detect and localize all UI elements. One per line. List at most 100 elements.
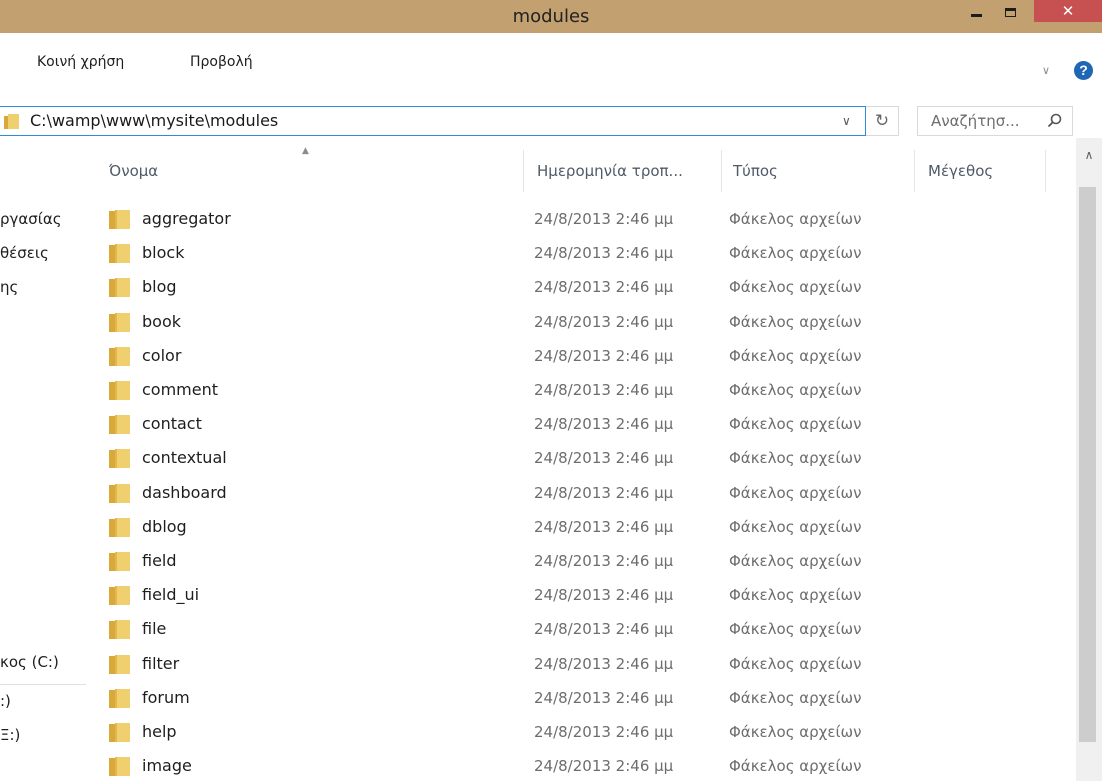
- nav-item[interactable]: ης: [0, 278, 18, 296]
- help-icon[interactable]: ?: [1074, 61, 1093, 80]
- list-item[interactable]: field_ui 24/8/2013 2:46 μμ Φάκελος αρχείων: [100, 578, 900, 612]
- file-date: 24/8/2013 2:46 μμ: [534, 586, 674, 605]
- file-date: 24/8/2013 2:46 μμ: [534, 552, 674, 570]
- folder-icon: [109, 381, 131, 400]
- nav-item-drive[interactable]: Ξ:): [0, 726, 20, 744]
- file-type: Φάκελος αρχείων: [729, 449, 862, 468]
- nav-item[interactable]: ργασίας: [0, 210, 62, 228]
- nav-item-drive[interactable]: :): [0, 692, 11, 710]
- file-type: Φάκελος αρχείων: [729, 244, 862, 263]
- file-type: Φάκελος αρχείων: [729, 723, 862, 741]
- scroll-thumb[interactable]: [1079, 187, 1096, 742]
- list-item[interactable]: contact 24/8/2013 2:46 μμ Φάκελος αρχείων: [100, 407, 900, 441]
- folder-icon: [109, 346, 131, 366]
- file-name: dashboard: [142, 482, 227, 502]
- address-bar[interactable]: C:\wamp\www\mysite\modules ∨: [0, 106, 866, 136]
- file-date: 24/8/2013 2:46 μμ: [534, 620, 674, 639]
- file-type: Φάκελος αρχείων: [729, 346, 862, 365]
- folder-icon: [109, 688, 131, 708]
- file-name: help: [142, 722, 177, 741]
- folder-icon: [109, 723, 131, 742]
- close-button[interactable]: ✕: [1034, 0, 1102, 22]
- file-date: 24/8/2013 2:46 μμ: [534, 346, 674, 365]
- address-path: C:\wamp\www\mysite\modules: [30, 111, 279, 130]
- list-item[interactable]: forum 24/8/2013 2:46 μμ Φάκελος αρχείων: [100, 681, 900, 715]
- file-name: contact: [142, 414, 202, 434]
- file-type: Φάκελος αρχείων: [729, 381, 862, 399]
- file-name: field: [142, 551, 177, 570]
- list-item[interactable]: dashboard 24/8/2013 2:46 μμ Φάκελος αρχείω…: [100, 476, 900, 510]
- file-date: 24/8/2013 2:46 μμ: [534, 723, 674, 741]
- title-bar[interactable]: modules ✕: [0, 0, 1102, 33]
- nav-item-drive-c[interactable]: κος (C:): [0, 653, 59, 671]
- list-item[interactable]: file 24/8/2013 2:46 μμ Φάκελος αρχείων: [100, 612, 900, 646]
- file-type: Φάκελος αρχείων: [729, 620, 862, 639]
- column-divider[interactable]: [721, 150, 722, 192]
- column-date[interactable]: Ημερομηνία τροπ...: [537, 162, 683, 180]
- list-item[interactable]: filter 24/8/2013 2:46 μμ Φάκελος αρχείων: [100, 647, 900, 681]
- search-input[interactable]: Αναζήτησ...: [917, 106, 1073, 136]
- file-date: 24/8/2013 2:46 μμ: [534, 415, 674, 434]
- file-name: contextual: [142, 448, 227, 468]
- file-name: file: [142, 619, 167, 639]
- ribbon: Κοινή χρήση Προβολή: [0, 33, 1102, 86]
- folder-icon: [109, 552, 131, 571]
- maximize-button[interactable]: [994, 0, 1026, 22]
- list-item[interactable]: field 24/8/2013 2:46 μμ Φάκελος αρχείων: [100, 544, 900, 578]
- tab-view[interactable]: Προβολή: [190, 33, 253, 86]
- folder-icon: [109, 517, 131, 537]
- file-date: 24/8/2013 2:46 μμ: [534, 757, 674, 776]
- file-type: Φάκελος αρχείων: [729, 517, 862, 536]
- refresh-button[interactable]: ↻: [866, 106, 899, 136]
- list-item[interactable]: comment 24/8/2013 2:46 μμ Φάκελος αρχείων: [100, 373, 900, 407]
- file-date: 24/8/2013 2:46 μμ: [534, 381, 674, 399]
- file-type: Φάκελος αρχείων: [729, 415, 862, 434]
- file-name: blog: [142, 277, 177, 297]
- folder-icon: [109, 483, 131, 503]
- column-name[interactable]: Όνομα: [109, 162, 158, 180]
- column-header: ▲ Όνομα Ημερομηνία τροπ... Τύπος Μέγεθος: [0, 138, 1076, 192]
- file-date: 24/8/2013 2:46 μμ: [534, 688, 674, 707]
- list-item[interactable]: dblog 24/8/2013 2:46 μμ Φάκελος αρχείων: [100, 510, 900, 544]
- column-divider[interactable]: [914, 150, 915, 192]
- folder-icon: [109, 210, 131, 229]
- file-date: 24/8/2013 2:46 μμ: [534, 244, 674, 263]
- column-divider[interactable]: [523, 150, 524, 192]
- minimize-icon: [970, 13, 982, 17]
- column-size[interactable]: Μέγεθος: [928, 162, 993, 180]
- file-name: field_ui: [142, 585, 200, 605]
- nav-item[interactable]: θέσεις: [0, 244, 49, 262]
- column-type[interactable]: Τύπος: [733, 162, 778, 180]
- file-date: 24/8/2013 2:46 μμ: [534, 654, 674, 673]
- sort-ascending-icon: ▲: [302, 146, 309, 156]
- file-type: Φάκελος αρχείων: [729, 552, 862, 570]
- column-divider[interactable]: [1045, 150, 1046, 192]
- search-icon: [1047, 113, 1062, 128]
- list-item[interactable]: book 24/8/2013 2:46 μμ Φάκελος αρχείων: [100, 305, 900, 339]
- minimize-button[interactable]: [960, 0, 992, 22]
- search-placeholder: Αναζήτησ...: [931, 112, 1020, 130]
- scroll-up-arrow-icon[interactable]: ∧: [1076, 138, 1102, 174]
- file-name: forum: [142, 687, 190, 707]
- list-item[interactable]: image 24/8/2013 2:46 μμ Φάκελος αρχείων: [100, 749, 900, 783]
- file-type: Φάκελος αρχείων: [729, 688, 862, 707]
- folder-icon: [109, 278, 131, 298]
- ribbon-expand-chevron-icon[interactable]: ∨: [1042, 64, 1050, 77]
- file-date: 24/8/2013 2:46 μμ: [534, 483, 674, 502]
- tab-share[interactable]: Κοινή χρήση: [37, 33, 124, 86]
- list-item[interactable]: blog 24/8/2013 2:46 μμ Φάκελος αρχείων: [100, 270, 900, 304]
- folder-icon: [109, 415, 131, 435]
- file-type: Φάκελος αρχείων: [729, 757, 862, 776]
- file-name: filter: [142, 653, 180, 673]
- list-item[interactable]: aggregator 24/8/2013 2:46 μμ Φάκελος αρχεί…: [100, 202, 900, 236]
- vertical-scrollbar[interactable]: ∧: [1076, 138, 1102, 781]
- folder-icon: [109, 654, 131, 674]
- list-item[interactable]: help 24/8/2013 2:46 μμ Φάκελος αρχείων: [100, 715, 900, 749]
- list-item[interactable]: block 24/8/2013 2:46 μμ Φάκελος αρχείων: [100, 236, 900, 270]
- address-dropdown-icon[interactable]: ∨: [842, 107, 851, 135]
- list-item[interactable]: color 24/8/2013 2:46 μμ Φάκελος αρχείων: [100, 339, 900, 373]
- folder-icon: [109, 312, 131, 332]
- file-name: comment: [142, 380, 219, 399]
- list-item[interactable]: contextual 24/8/2013 2:46 μμ Φάκελος αρχεί…: [100, 441, 900, 475]
- nav-separator: [0, 684, 86, 685]
